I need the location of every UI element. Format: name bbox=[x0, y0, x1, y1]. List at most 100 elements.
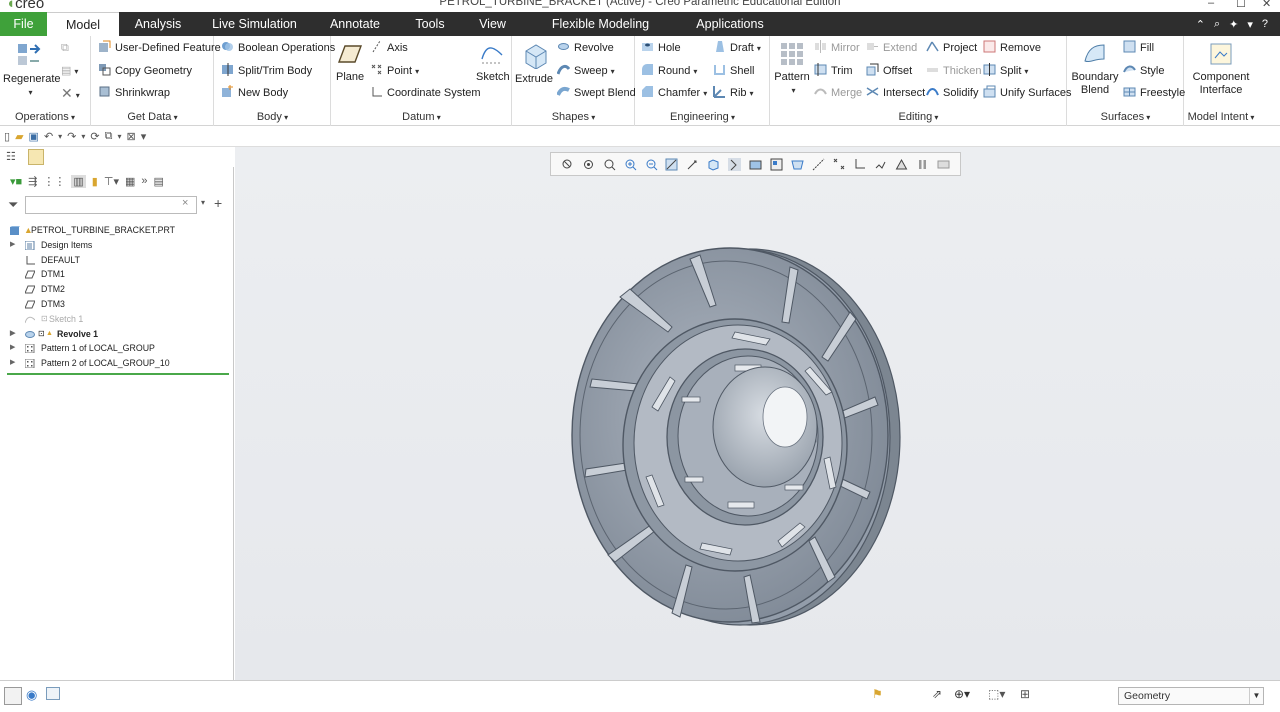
round-button[interactable]: Round ▾ bbox=[641, 62, 697, 80]
selection-box-icon[interactable]: ⬚▾ bbox=[988, 687, 1005, 701]
maximize-button[interactable]: ☐ bbox=[1236, 0, 1246, 10]
table-icon[interactable]: ▦ bbox=[125, 175, 135, 188]
refit-icon[interactable] bbox=[561, 158, 574, 171]
new-body-button[interactable]: New Body bbox=[221, 84, 288, 102]
expand-icon[interactable]: ▶ bbox=[10, 341, 15, 356]
extend-button[interactable]: Extend bbox=[866, 39, 917, 57]
saved-views-icon[interactable] bbox=[707, 158, 720, 171]
paste-icon[interactable]: ▤ ▾ bbox=[61, 62, 78, 80]
regenerate-button[interactable]: Regenerate ▾ bbox=[3, 41, 61, 99]
chamfer-button[interactable]: Chamfer ▾ bbox=[641, 84, 707, 102]
show-navigator-icon[interactable] bbox=[4, 687, 22, 705]
zoom-out-icon[interactable] bbox=[645, 158, 658, 171]
offset-button[interactable]: Offset bbox=[866, 62, 912, 80]
coordinate-system-button[interactable]: Coordinate System bbox=[370, 84, 481, 102]
datum-display-icon[interactable] bbox=[812, 158, 825, 171]
fill-button[interactable]: Fill bbox=[1123, 39, 1154, 57]
perspective-icon[interactable] bbox=[791, 158, 804, 171]
new-file-icon[interactable]: ▯ bbox=[4, 130, 10, 143]
shell-button[interactable]: Shell bbox=[713, 62, 754, 80]
tab-view[interactable]: View bbox=[462, 12, 523, 36]
named-views-icon[interactable] bbox=[728, 157, 742, 171]
shrinkwrap-button[interactable]: Shrinkwrap bbox=[98, 84, 170, 102]
tree-row-dtm3[interactable]: DTM3 bbox=[0, 297, 234, 312]
show-browser-icon[interactable]: ◉ bbox=[26, 687, 37, 703]
settings-menu-icon[interactable]: ▾ bbox=[1247, 18, 1253, 31]
view-manager-icon[interactable] bbox=[770, 158, 783, 171]
expand-icon[interactable]: ▶ bbox=[10, 327, 15, 342]
project-button[interactable]: Project bbox=[926, 39, 977, 57]
tab-analysis[interactable]: Analysis bbox=[119, 12, 197, 36]
group-label-surfaces[interactable]: Surfaces bbox=[1068, 111, 1183, 123]
orient-icon[interactable] bbox=[582, 158, 595, 171]
redo-dropdown-icon[interactable]: ▾ bbox=[81, 132, 85, 141]
customize-toolbar-icon[interactable]: ▾ bbox=[141, 130, 147, 143]
spin-center-icon[interactable] bbox=[895, 158, 908, 171]
open-folder-icon[interactable]: ▰ bbox=[15, 130, 23, 143]
split-trim-body-button[interactable]: Split/Trim Body bbox=[221, 62, 312, 80]
selection-filter-dropdown[interactable]: Geometry ▼ bbox=[1118, 687, 1264, 705]
filter-tree-icon[interactable]: ⊤▾ bbox=[104, 175, 119, 188]
intersect-button[interactable]: Intersect bbox=[866, 84, 925, 102]
tab-live-simulation[interactable]: Live Simulation bbox=[197, 12, 312, 36]
show-icon[interactable]: ▾■ bbox=[10, 175, 22, 188]
annotation-display-icon[interactable] bbox=[874, 158, 887, 171]
regen-status-icon[interactable]: ⇗ bbox=[932, 687, 942, 701]
solidify-button[interactable]: Solidify bbox=[926, 84, 978, 102]
sketch-button[interactable]: Sketch bbox=[476, 41, 510, 84]
merge-button[interactable]: Merge bbox=[814, 84, 862, 102]
point-display-icon[interactable] bbox=[833, 158, 846, 171]
csys-display-icon[interactable] bbox=[853, 158, 866, 171]
minimize-ribbon-icon[interactable]: ⌃ bbox=[1196, 18, 1205, 31]
extrude-button[interactable]: Extrude bbox=[515, 41, 553, 86]
remove-button[interactable]: Remove bbox=[983, 39, 1041, 57]
tree-settings-icon[interactable]: ⇶ bbox=[28, 175, 37, 188]
point-button[interactable]: Point ▾ bbox=[370, 62, 419, 80]
folder-browser-tab-icon[interactable] bbox=[28, 149, 44, 165]
display-style-icon[interactable] bbox=[749, 158, 762, 171]
tree-view-icon[interactable]: ▥ bbox=[71, 174, 86, 188]
split-button[interactable]: Split ▾ bbox=[983, 62, 1028, 80]
rib-button[interactable]: Rib ▾ bbox=[713, 84, 754, 102]
find-icon[interactable]: ⊕▾ bbox=[954, 687, 970, 701]
bookmark-icon[interactable]: ▮ bbox=[92, 175, 98, 188]
tree-row-revolve1[interactable]: ▶ ⊡ ▲ Revolve 1 bbox=[0, 327, 234, 342]
message-flag-icon[interactable]: ⚑ bbox=[872, 687, 883, 701]
group-label-engineering[interactable]: Engineering bbox=[636, 111, 769, 123]
tab-annotate[interactable]: Annotate bbox=[312, 12, 398, 36]
undo-dropdown-icon[interactable]: ▾ bbox=[58, 132, 62, 141]
group-label-datum[interactable]: Datum bbox=[332, 111, 511, 123]
pause-icon[interactable] bbox=[916, 158, 929, 171]
save-icon[interactable]: ▣ bbox=[29, 130, 39, 143]
turbine-bracket-model[interactable] bbox=[560, 237, 920, 637]
tree-columns-icon[interactable]: ⋮⋮ bbox=[43, 175, 65, 188]
copy-icon[interactable]: ⧉ bbox=[61, 39, 69, 57]
zoom-window-icon[interactable] bbox=[603, 158, 616, 171]
swept-blend-button[interactable]: Swept Blend bbox=[557, 84, 636, 102]
group-label-get-data[interactable]: Get Data bbox=[92, 111, 213, 123]
graphics-area[interactable] bbox=[235, 147, 1280, 680]
close-button[interactable]: ✕ bbox=[1262, 0, 1271, 10]
tree-row-part[interactable]: ▲ PETROL_TURBINE_BRACKET.PRT bbox=[0, 223, 234, 238]
search-icon[interactable]: ⌕ bbox=[1214, 18, 1220, 31]
clear-filter-icon[interactable]: × bbox=[182, 197, 188, 209]
redo-icon[interactable]: ↷ bbox=[67, 130, 76, 143]
mirror-button[interactable]: Mirror bbox=[814, 39, 860, 57]
regenerate-dropdown-icon[interactable]: ▾ bbox=[28, 88, 32, 97]
boolean-operations-button[interactable]: Boolean Operations bbox=[221, 39, 335, 57]
group-label-editing[interactable]: Editing bbox=[771, 111, 1066, 123]
revolve-button[interactable]: Revolve bbox=[557, 39, 614, 57]
tab-applications[interactable]: Applications bbox=[678, 12, 782, 36]
tree-row-pattern2[interactable]: ▶ Pattern 2 of LOCAL_GROUP_10 bbox=[0, 356, 234, 371]
community-icon[interactable]: ✦ bbox=[1229, 18, 1238, 31]
full-screen-icon[interactable] bbox=[46, 687, 60, 700]
undo-icon[interactable]: ↶ bbox=[44, 130, 53, 143]
display-settings-icon[interactable] bbox=[937, 158, 950, 171]
pattern-dropdown-icon[interactable]: ▾ bbox=[791, 86, 795, 95]
pattern-button[interactable]: Pattern ▾ bbox=[773, 41, 811, 97]
expand-icon[interactable]: ▶ bbox=[10, 238, 15, 253]
repaint-icon[interactable] bbox=[665, 158, 678, 171]
tree-row-design-items[interactable]: ▶ Design Items bbox=[0, 238, 234, 253]
axis-button[interactable]: Axis bbox=[370, 39, 408, 57]
freestyle-button[interactable]: Freestyle bbox=[1123, 84, 1185, 102]
